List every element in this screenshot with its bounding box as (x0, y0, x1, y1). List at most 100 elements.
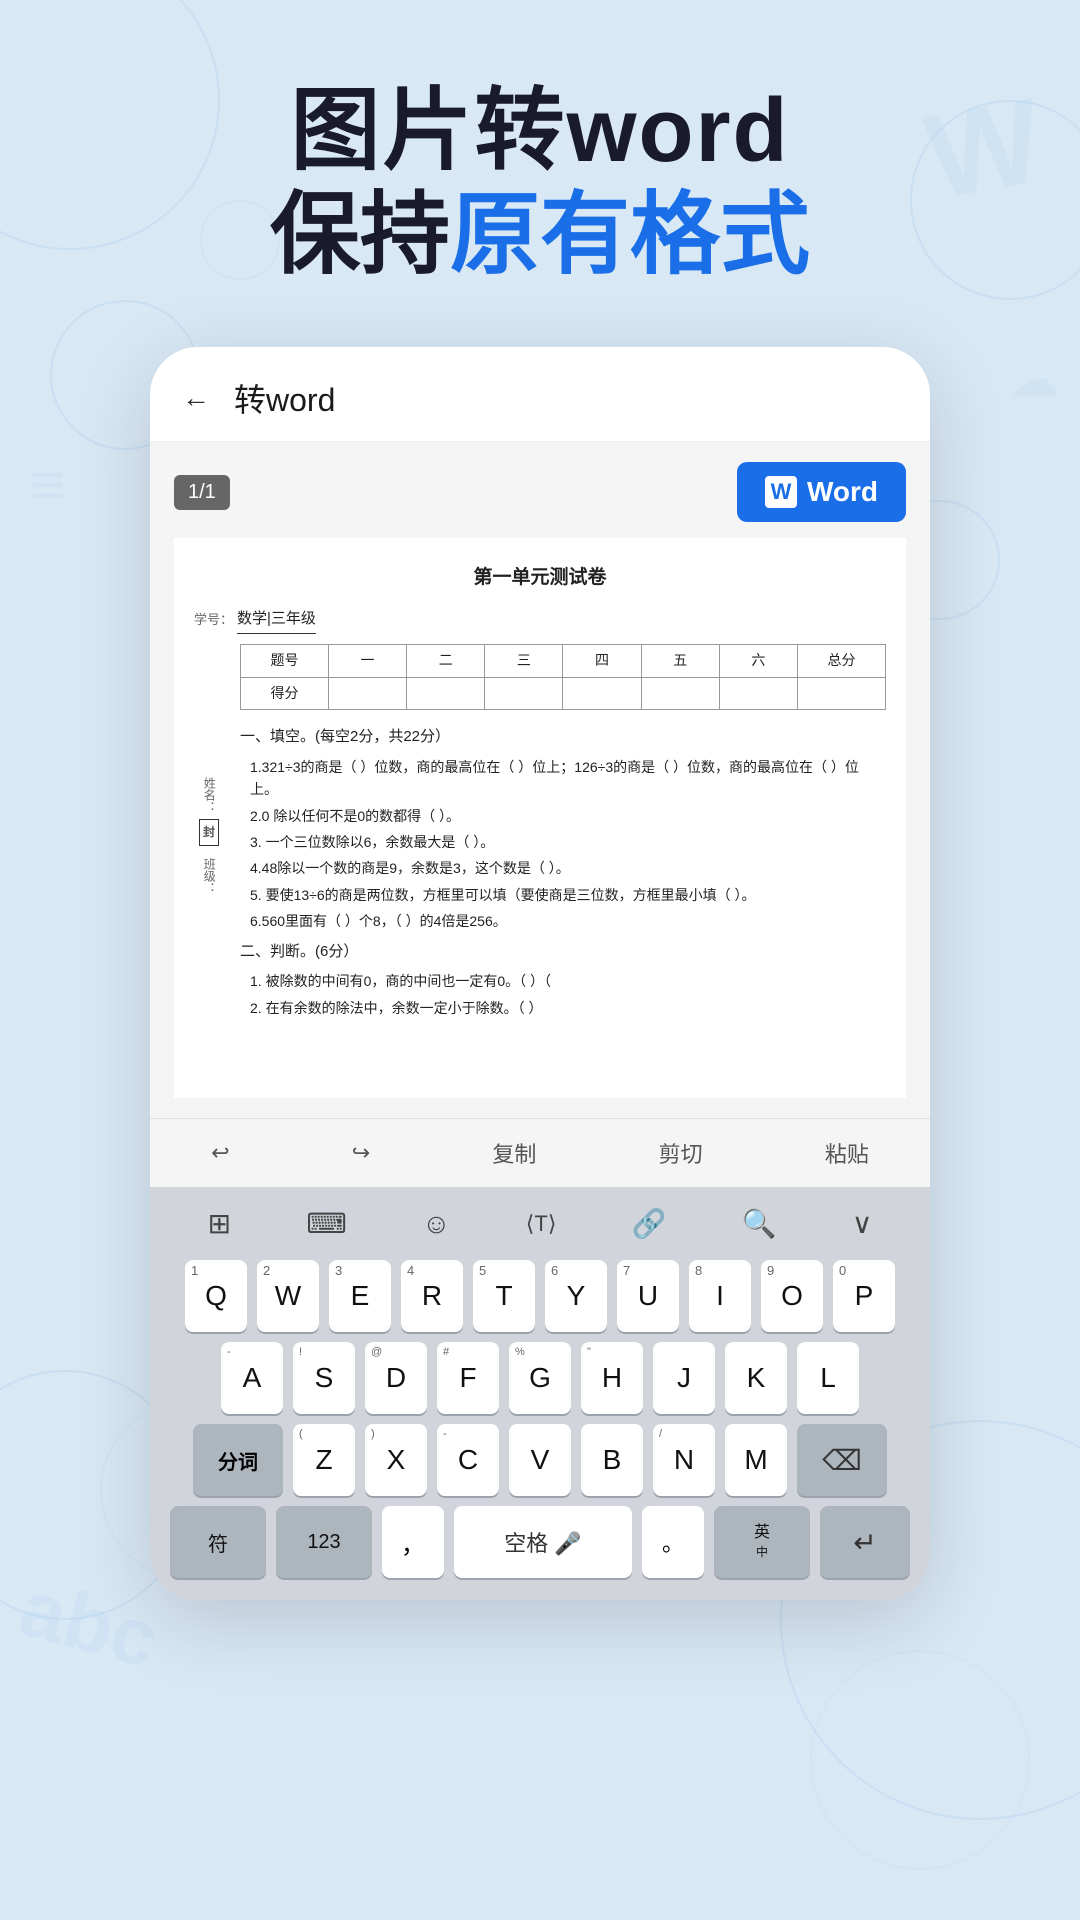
question8: 2. 在有余数的除法中，余数一定小于除数。（ ） (250, 997, 886, 1019)
redo-button[interactable]: ↪ (336, 1134, 386, 1172)
word-icon: W (765, 476, 797, 508)
key-period[interactable]: 。 (642, 1506, 704, 1578)
phone-mockup: ← 转word 1/1 W Word 第一单元测试卷 学号： (150, 347, 930, 1600)
key-s[interactable]: !S (293, 1342, 355, 1414)
question7: 1. 被除数的中间有0，商的中间也一定有0。（ ）（ (250, 970, 886, 992)
question5: 5. 要使13÷6的商是两位数，方框里可以填（要使商是三位数，方框里最小填（ ）… (250, 884, 886, 906)
table-header-3: 三 (485, 644, 563, 677)
period-label: 。 (662, 1526, 684, 1558)
document-content: 第一单元测试卷 学号： 数学|三年级 姓名： 封 班级： (174, 538, 906, 1098)
section1: 一、填空。(每空2分，共22分） (240, 724, 886, 750)
key-fenci[interactable]: 分词 (193, 1424, 283, 1496)
key-m[interactable]: M (725, 1424, 787, 1496)
key-enter[interactable]: ↵ (820, 1506, 910, 1578)
table-header-4: 四 (563, 644, 641, 677)
kb-search-icon[interactable]: 🔍 (736, 1201, 783, 1246)
cut-button[interactable]: 剪切 (643, 1131, 719, 1175)
key-y[interactable]: 6Y (545, 1260, 607, 1332)
key-d[interactable]: @D (365, 1342, 427, 1414)
key-r[interactable]: 4R (401, 1260, 463, 1332)
doc-header-row: 1/1 W Word (174, 462, 906, 522)
kb-emoji-icon[interactable]: ☺ (416, 1202, 457, 1246)
key-space[interactable]: 空格 🎤 (454, 1506, 632, 1578)
key-x[interactable]: )X (365, 1424, 427, 1496)
table-row2-1 (328, 677, 406, 710)
subject-value: 数学|三年级 (237, 606, 316, 634)
kb-chevron-icon[interactable]: ∨ (846, 1201, 879, 1246)
key-o[interactable]: 9O (761, 1260, 823, 1332)
hero-line2-start: 保持 (270, 185, 450, 285)
key-e[interactable]: 3E (329, 1260, 391, 1332)
key-row-2: -A !S @D #F %G "H J K L (160, 1342, 920, 1414)
hero-line1: 图片转word (270, 80, 810, 184)
table-header-6: 六 (719, 644, 797, 677)
key-t[interactable]: 5T (473, 1260, 535, 1332)
table-row2-0: 得分 (241, 677, 329, 710)
keyboard-rows: 1Q 2W 3E 4R 5T 6Y 7U 8I 9O 0P -A !S @D #… (150, 1256, 930, 1600)
kb-keyboard-icon[interactable]: ⌨ (300, 1201, 352, 1246)
doc-title: 第一单元测试卷 (194, 562, 886, 594)
key-z[interactable]: (Z (293, 1424, 355, 1496)
key-u[interactable]: 7U (617, 1260, 679, 1332)
seal-label: 封 (199, 819, 219, 845)
subject-label: 学号： (194, 609, 233, 631)
sym-label: 符 (208, 1528, 228, 1557)
section2: 二、判断。(6分） (240, 939, 886, 965)
table-row2-7 (797, 677, 885, 710)
table-header-0: 题号 (241, 644, 329, 677)
class-label: 班级： (199, 858, 219, 894)
key-123[interactable]: 123 (276, 1506, 372, 1578)
question1: 1.321÷3的商是（ ）位数，商的最高位在（ ）位上；126÷3的商是（ ）位… (250, 756, 886, 801)
key-sym[interactable]: 符 (170, 1506, 266, 1578)
kb-text-icon[interactable]: ⟨T⟩ (520, 1205, 563, 1243)
score-table: 题号 一 二 三 四 五 六 总分 得分 (240, 644, 886, 711)
fenci-label: 分词 (218, 1446, 258, 1475)
key-g[interactable]: %G (509, 1342, 571, 1414)
question4: 4.48除以一个数的商是9，余数是3，这个数是（ ）。 (250, 857, 886, 879)
key-a[interactable]: -A (221, 1342, 283, 1414)
question3: 3. 一个三位数除以6，余数最大是（ ）。 (250, 831, 886, 853)
table-header-2: 二 (407, 644, 485, 677)
table-row2-4 (563, 677, 641, 710)
key-h[interactable]: "H (581, 1342, 643, 1414)
lang-label: 英中 (754, 1523, 770, 1561)
doc-subject-row: 学号： 数学|三年级 (194, 606, 886, 634)
table-row2-3 (485, 677, 563, 710)
key-k[interactable]: K (725, 1342, 787, 1414)
key-lang[interactable]: 英中 (714, 1506, 810, 1578)
key-comma[interactable]: ， (382, 1506, 444, 1578)
question6: 6.560里面有（ ）个8，（ ）的4倍是256。 (250, 910, 886, 932)
key-n[interactable]: /N (653, 1424, 715, 1496)
key-delete[interactable]: ⌫ (797, 1424, 887, 1496)
main-content: 图片转word 保持原有格式 ← 转word 1/1 W Word (0, 0, 1080, 1600)
comma-label: ， (401, 1525, 425, 1560)
table-row2-6 (719, 677, 797, 710)
table-header-7: 总分 (797, 644, 885, 677)
toolbar-area: ↩ ↪ 复制 剪切 粘贴 (150, 1118, 930, 1187)
key-b[interactable]: B (581, 1424, 643, 1496)
undo-button[interactable]: ↩ (195, 1134, 245, 1172)
key-j[interactable]: J (653, 1342, 715, 1414)
key-f[interactable]: #F (437, 1342, 499, 1414)
key-p[interactable]: 0P (833, 1260, 895, 1332)
table-row2-2 (407, 677, 485, 710)
question2: 2.0 除以任何不是0的数都得（ ）。 (250, 805, 886, 827)
key-q[interactable]: 1Q (185, 1260, 247, 1332)
key-v[interactable]: V (509, 1424, 571, 1496)
paste-button[interactable]: 粘贴 (809, 1131, 885, 1175)
key-l[interactable]: L (797, 1342, 859, 1414)
key-w[interactable]: 2W (257, 1260, 319, 1332)
copy-button[interactable]: 复制 (476, 1131, 552, 1175)
num-label: 123 (307, 1531, 340, 1554)
word-button-label: Word (807, 476, 878, 508)
kb-grid-icon[interactable]: ⊞ (202, 1201, 237, 1246)
key-row-3: 分词 (Z )X -C V B /N M ⌫ (160, 1424, 920, 1496)
back-button[interactable]: ← (182, 382, 210, 414)
word-export-button[interactable]: W Word (737, 462, 906, 522)
name-label: 姓名： (199, 777, 219, 813)
hero-section: 图片转word 保持原有格式 (270, 80, 810, 287)
kb-clip-icon[interactable]: 🔗 (626, 1201, 673, 1246)
key-i[interactable]: 8I (689, 1260, 751, 1332)
hero-line2-highlight: 原有格式 (450, 185, 810, 285)
key-c[interactable]: -C (437, 1424, 499, 1496)
